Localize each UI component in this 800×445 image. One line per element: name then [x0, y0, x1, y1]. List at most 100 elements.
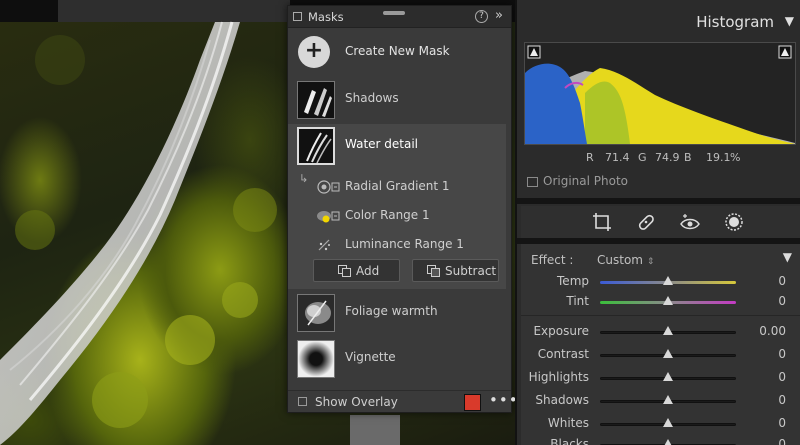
- slider-blacks[interactable]: Blacks 0: [521, 437, 800, 445]
- color-range-icon: [314, 207, 340, 225]
- slider-whites[interactable]: Whites 0: [521, 416, 800, 436]
- original-photo-checkbox[interactable]: [527, 177, 538, 187]
- branch-arrow-icon: ↳: [299, 172, 309, 185]
- slider-thumb[interactable]: [663, 296, 673, 305]
- mask-effect-panel: Effect : Custom ⇕ ▼ Temp 0 Tint 0 Exposure 0.…: [521, 244, 800, 445]
- slider-value[interactable]: 0: [778, 393, 786, 407]
- mask-thumbnail: [297, 294, 335, 332]
- slider-label: Contrast: [537, 347, 589, 361]
- collapse-chevron-icon[interactable]: »: [495, 8, 503, 23]
- slider-thumb[interactable]: [663, 439, 673, 445]
- create-new-mask-button[interactable]: + Create New Mask: [288, 36, 511, 76]
- slider-label: Highlights: [528, 370, 589, 384]
- original-photo-label: Original Photo: [543, 174, 629, 188]
- mask-thumbnail: [297, 81, 335, 119]
- mask-name: Vignette: [345, 350, 396, 364]
- panel-divider: [517, 198, 800, 204]
- slider-value[interactable]: 0: [778, 416, 786, 430]
- mask-item-shadows[interactable]: Shadows: [288, 78, 511, 122]
- mask-name: Foliage warmth: [345, 304, 438, 318]
- slider-thumb[interactable]: [663, 418, 673, 427]
- mask-item-vignette[interactable]: Vignette: [288, 337, 511, 381]
- luminance-range-icon: [314, 236, 340, 254]
- component-color-range[interactable]: Color Range 1: [314, 203, 504, 229]
- slider-value[interactable]: 0: [778, 347, 786, 361]
- slider-value[interactable]: 0: [778, 274, 786, 288]
- slider-value[interactable]: 0: [778, 294, 786, 308]
- slider-value[interactable]: 0: [778, 370, 786, 384]
- mask-thumbnail: [297, 340, 335, 378]
- masking-icon[interactable]: [723, 211, 745, 233]
- add-label: Add: [356, 264, 380, 278]
- slider-label: Tint: [566, 294, 589, 308]
- crop-icon[interactable]: [591, 211, 613, 233]
- b-label: B: [684, 151, 692, 164]
- help-icon[interactable]: ?: [475, 10, 488, 23]
- effect-preset-row[interactable]: Effect : Custom ⇕: [531, 253, 654, 267]
- collapse-triangle-icon[interactable]: ▼: [785, 14, 794, 28]
- overlay-color-swatch[interactable]: [464, 394, 481, 411]
- slider-thumb[interactable]: [663, 326, 673, 335]
- histogram-title: Histogram: [696, 13, 774, 31]
- show-overlay-label: Show Overlay: [315, 395, 398, 409]
- photo-edge: [350, 415, 400, 445]
- show-overlay-row[interactable]: Show Overlay •••: [288, 390, 518, 412]
- slider-thumb[interactable]: [663, 395, 673, 404]
- subtract-label: Subtract: [445, 264, 497, 278]
- slider-thumb[interactable]: [663, 372, 673, 381]
- mask-name: Water detail: [345, 137, 419, 151]
- effect-preset-value: Custom: [597, 253, 643, 267]
- drag-handle[interactable]: [383, 11, 405, 15]
- masks-title: Masks: [308, 10, 344, 24]
- slider-thumb[interactable]: [663, 349, 673, 358]
- slider-temp[interactable]: Temp 0: [521, 274, 800, 294]
- effect-label: Effect :: [531, 253, 574, 267]
- right-panel: Histogram ▼ R 71.4 G 74.9 B 19.1 % Origi…: [515, 0, 800, 445]
- slider-tint[interactable]: Tint 0: [521, 294, 800, 314]
- panel-checkbox-icon[interactable]: [293, 12, 302, 21]
- component-luminance-range[interactable]: Luminance Range 1: [314, 232, 504, 258]
- subtract-button[interactable]: Subtract: [412, 259, 499, 282]
- mask-item-foliage-warmth[interactable]: Foliage warmth: [288, 291, 511, 335]
- mask-name: Shadows: [345, 91, 399, 105]
- tool-strip: [521, 206, 800, 238]
- slider-label: Temp: [557, 274, 589, 288]
- slider-label: Whites: [547, 416, 589, 430]
- g-label: G: [638, 151, 647, 164]
- slider-highlights[interactable]: Highlights 0: [521, 370, 800, 390]
- masks-header[interactable]: Masks ? »: [288, 6, 511, 28]
- mask-thumbnail: [297, 127, 335, 165]
- plus-icon[interactable]: +: [298, 36, 330, 68]
- slider-exposure[interactable]: Exposure 0.00: [521, 324, 800, 344]
- healing-icon[interactable]: [635, 211, 657, 233]
- show-overlay-checkbox[interactable]: [298, 397, 307, 406]
- component-name: Luminance Range 1: [345, 237, 464, 251]
- add-button[interactable]: Add: [313, 259, 400, 282]
- slider-contrast[interactable]: Contrast 0: [521, 347, 800, 367]
- mask-item-water-detail[interactable]: Water detail: [288, 124, 511, 168]
- radial-gradient-icon: [314, 178, 340, 196]
- slider-label: Blacks: [550, 437, 589, 445]
- masks-panel[interactable]: Masks ? » + Create New Mask Shadows Wate…: [287, 5, 518, 413]
- slider-value[interactable]: 0.00: [759, 324, 786, 338]
- r-label: R: [586, 151, 594, 164]
- g-value: 74.9: [655, 151, 680, 164]
- red-eye-icon[interactable]: [679, 211, 701, 233]
- slider-label: Exposure: [533, 324, 589, 338]
- slider-label: Shadows: [535, 393, 589, 407]
- slider-value[interactable]: 0: [778, 437, 786, 445]
- slider-shadows[interactable]: Shadows 0: [521, 393, 800, 413]
- histogram-graph[interactable]: [524, 42, 796, 145]
- b-value: 19.1: [706, 151, 731, 164]
- effect-preset-select[interactable]: Custom ⇕: [597, 253, 654, 267]
- slider-thumb[interactable]: [663, 276, 673, 285]
- r-value: 71.4: [605, 151, 630, 164]
- component-radial-gradient[interactable]: Radial Gradient 1: [314, 174, 504, 200]
- component-name: Radial Gradient 1: [345, 179, 450, 193]
- add-mask-icon: [338, 265, 351, 277]
- percent-label: %: [730, 151, 741, 164]
- subtract-mask-icon: [427, 265, 440, 277]
- create-new-mask-label: Create New Mask: [345, 44, 450, 58]
- collapse-triangle-icon[interactable]: ▼: [783, 250, 792, 264]
- component-name: Color Range 1: [345, 208, 430, 222]
